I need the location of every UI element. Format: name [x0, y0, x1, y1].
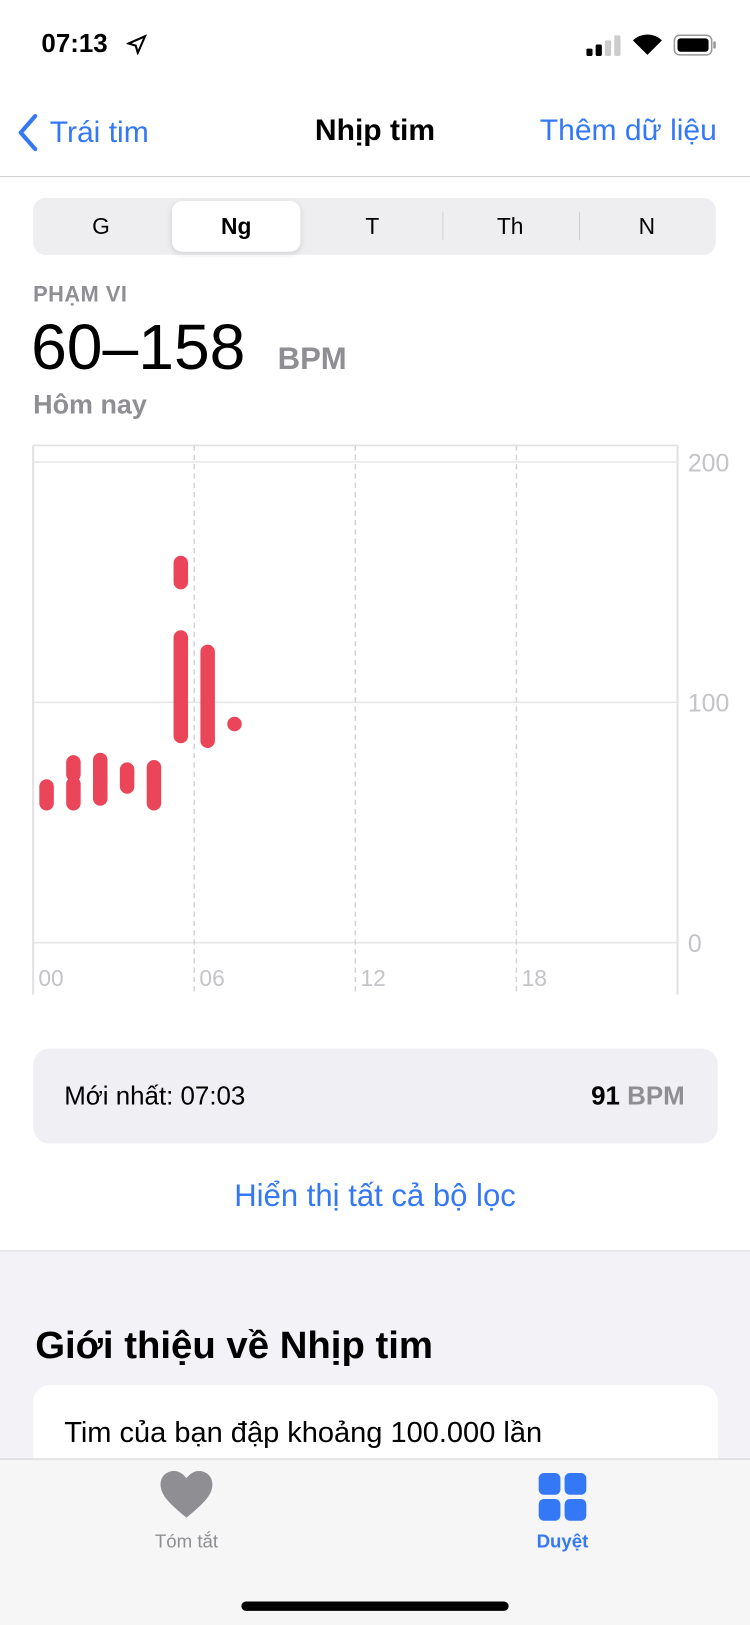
segment-6month[interactable]: Th — [442, 198, 578, 255]
tab-browse-label: Duyệt — [536, 1531, 589, 1552]
location-arrow-icon — [126, 34, 148, 55]
period-segmented-control: G Ng T Th N — [33, 197, 716, 255]
x-tick-label: 12 — [360, 965, 385, 991]
x-tick-label: 18 — [522, 965, 547, 991]
tab-browse[interactable]: Duyệt — [511, 1472, 615, 1553]
back-label: Trái tim — [49, 115, 149, 149]
about-text: Tim của bạn đập khoảng 100.000 lần — [64, 1416, 543, 1449]
wifi-icon — [632, 34, 662, 55]
segment-year[interactable]: N — [579, 198, 715, 255]
range-period: Hôm nay — [33, 388, 147, 420]
nav-divider — [0, 176, 750, 178]
chevron-left-icon — [18, 113, 38, 152]
add-data-button[interactable]: Thêm dữ liệu — [540, 114, 717, 148]
latest-label: Mới nhất: 07:03 — [64, 1081, 246, 1111]
latest-value: 91 — [591, 1081, 620, 1111]
x-tick-label: 06 — [199, 965, 224, 991]
y-tick-label: 200 — [688, 449, 729, 477]
heart-icon — [160, 1470, 213, 1518]
heart-rate-chart[interactable]: 0 100 200 00 06 12 18 — [0, 435, 750, 1005]
status-time: 07:13 — [41, 29, 108, 59]
latest-reading[interactable]: Mới nhất: 07:03 91 BPM — [33, 1048, 718, 1144]
show-all-filters-link[interactable]: Hiển thị tất cả bộ lọc — [0, 1179, 750, 1214]
segment-month[interactable]: T — [305, 198, 441, 255]
back-button[interactable]: Trái tim — [15, 112, 149, 153]
range-unit: BPM — [277, 341, 347, 377]
tab-summary-label: Tóm tắt — [154, 1531, 219, 1552]
tab-summary[interactable]: Tóm tắt — [135, 1470, 239, 1553]
battery-icon — [673, 34, 716, 56]
range-value: 60–158 — [31, 311, 246, 384]
range-label: PHẠM VI — [33, 282, 128, 307]
signal-icon — [586, 35, 621, 56]
grid-icon — [538, 1473, 587, 1521]
about-title: Giới thiệu về Nhịp tim — [35, 1323, 434, 1367]
y-tick-label: 0 — [688, 930, 702, 958]
segment-day[interactable]: G — [33, 198, 169, 255]
y-tick-label: 100 — [688, 690, 729, 718]
tab-bar: Tóm tắt Duyệt — [0, 1458, 750, 1625]
home-indicator — [241, 1601, 509, 1611]
latest-unit: BPM — [627, 1081, 685, 1111]
x-tick-label: 00 — [38, 965, 63, 991]
segment-week-selected[interactable]: Ng — [171, 200, 301, 252]
